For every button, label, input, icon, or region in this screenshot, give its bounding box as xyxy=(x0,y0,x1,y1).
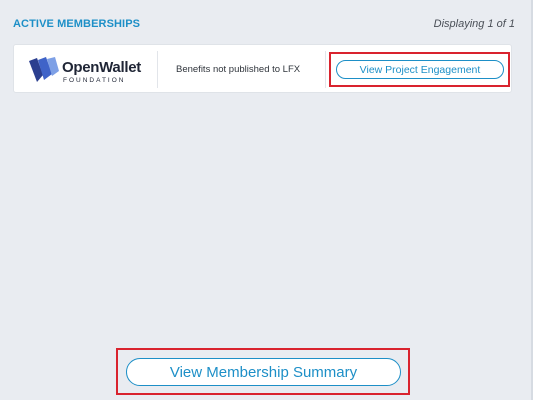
section-title: ACTIVE MEMBERSHIPS xyxy=(13,18,141,30)
highlight-box xyxy=(116,348,410,395)
benefits-status: Benefits not published to LFX xyxy=(176,64,301,75)
org-logo: OpenWallet FOUNDATION xyxy=(28,55,158,85)
logo-subtitle: FOUNDATION xyxy=(63,77,126,84)
highlight-box xyxy=(329,52,510,87)
openwallet-logo-icon xyxy=(29,57,59,82)
divider xyxy=(325,51,326,88)
pagination-status: Displaying 1 of 1 xyxy=(433,18,515,30)
divider xyxy=(157,51,158,88)
logo-wordmark: OpenWallet xyxy=(62,59,141,76)
memberships-header: ACTIVE MEMBERSHIPS Displaying 1 of 1 xyxy=(0,0,533,44)
